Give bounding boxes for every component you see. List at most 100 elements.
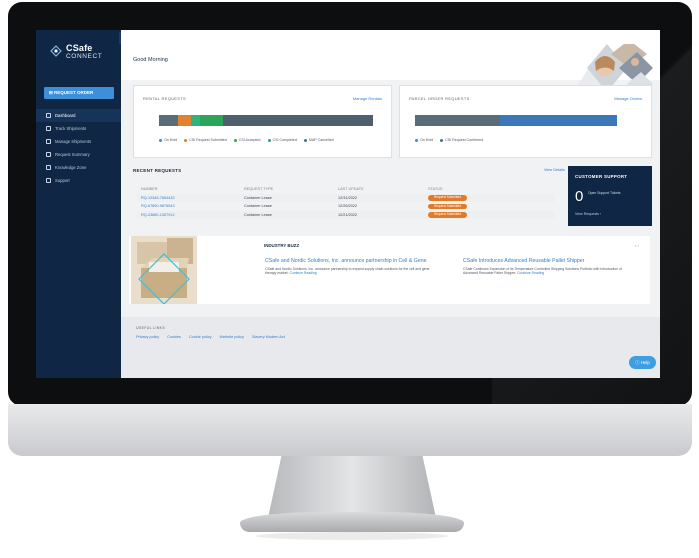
rental-legend: On Hold CSI Request Submitted CSI Accepted…	[159, 138, 334, 142]
request-number-link[interactable]: RQ-24680-1357912	[141, 211, 175, 220]
legend-dot-icon	[159, 138, 162, 142]
truck-icon	[46, 126, 51, 131]
legend-dot-icon	[415, 138, 418, 142]
news-article[interactable]: CSafe and Nordic Solutions, Inc. announc…	[265, 258, 437, 276]
footer: USEFUL LINKS Privacy policy Cookies Cook…	[121, 317, 660, 378]
rental-status-bar	[159, 115, 373, 126]
article-title[interactable]: CSafe and Nordic Solutions, Inc. announc…	[265, 258, 437, 264]
rental-bar-segment	[178, 115, 192, 126]
monitor-stand	[268, 456, 436, 518]
footer-link[interactable]: Cookies	[167, 335, 181, 339]
view-requests-link[interactable]: View Requests ›	[575, 212, 601, 216]
continue-reading-link[interactable]: Continue Reading	[517, 271, 544, 275]
summary-icon	[46, 152, 51, 157]
brand-logo[interactable]: CSafe CONNECT	[50, 42, 110, 64]
view-details-link[interactable]: View Details	[544, 168, 565, 172]
last-update: 12/31/2022	[338, 195, 358, 200]
sidebar-item-support[interactable]: Support	[36, 174, 121, 187]
monitor-shadow	[256, 532, 448, 540]
monitor-base	[240, 512, 464, 532]
parcel-bar-segment	[415, 115, 500, 126]
footer-link[interactable]: Website policy	[220, 335, 244, 339]
greeting-text: Good Morning	[133, 57, 168, 63]
column-header: STATUS	[428, 187, 443, 191]
legend-label: CSI Completed	[272, 138, 297, 142]
sidebar-item-label: Dashboard	[55, 113, 76, 118]
column-header: NUMBER	[141, 187, 158, 191]
status-badge: Request Submitted	[428, 203, 467, 209]
sidebar-item-manage-shipments[interactable]: Manage Shipments	[36, 135, 121, 148]
column-header: LAST UPDATE	[338, 187, 364, 191]
request-type: Container Lease	[244, 195, 272, 200]
legend-dot-icon	[267, 138, 271, 142]
support-icon	[46, 178, 51, 183]
sidebar-item-label: Knowledge Zone	[55, 165, 87, 170]
parcel-orders-panel: PARCEL ORDER REQUESTS Manage Orders On H…	[399, 85, 652, 158]
continue-reading-link[interactable]: Continue Reading	[290, 271, 317, 275]
request-number-link[interactable]: RQ-12345-7654432	[141, 194, 175, 203]
footer-link[interactable]: Privacy policy	[136, 335, 159, 339]
help-button[interactable]: ⓘ Help	[629, 356, 656, 369]
panel-title: PARCEL ORDER REQUESTS	[409, 96, 470, 101]
sidebar-nav: Dashboard Track Shipments Manage Shipmen…	[36, 109, 121, 187]
table-row[interactable]: RQ-12345-7654432 Container Lease 12/31/2…	[137, 193, 555, 203]
parcel-legend: On Hold CSI Request Confirmed	[415, 138, 483, 142]
legend-item: CSI Request Confirmed	[440, 138, 483, 142]
sidebar-item-label: Track Shipments	[55, 126, 87, 131]
request-order-button[interactable]: ⊞ REQUEST ORDER	[44, 87, 114, 99]
sidebar: CSafe CONNECT ⊞ REQUEST ORDER Dashboard …	[36, 30, 121, 378]
article-title[interactable]: CSafe Introduces Advanced Reusable Palle…	[463, 258, 635, 264]
legend-item: On Hold	[159, 138, 177, 142]
book-icon	[46, 165, 51, 170]
legend-dot-icon	[303, 138, 307, 142]
legend-label: CSI Request Confirmed	[445, 138, 484, 142]
rental-bar-segment	[223, 115, 373, 126]
carousel-controls[interactable]: ‹ ›	[635, 243, 639, 248]
support-title: CUSTOMER SUPPORT	[575, 174, 628, 179]
sidebar-item-knowledge-zone[interactable]: Knowledge Zone	[36, 161, 121, 174]
sidebar-item-request-summary[interactable]: Request Summary	[36, 148, 121, 161]
status-badge: Request Submitted	[428, 212, 467, 218]
legend-label: MAP Cancelled	[308, 138, 334, 142]
legend-label: CSI Accepted	[238, 138, 261, 142]
legend-label: CSI Request Submitted	[189, 138, 227, 142]
footer-heading: USEFUL LINKS	[136, 326, 166, 330]
footer-link[interactable]: Slavery Modern Act	[252, 335, 285, 339]
box-icon	[46, 139, 51, 144]
help-label: Help	[640, 360, 650, 365]
status-badge: Request Submitted	[428, 195, 467, 201]
legend-dot-icon	[184, 138, 188, 142]
panel-title: RENTAL REQUESTS	[143, 96, 186, 101]
legend-item: On Hold	[415, 138, 433, 142]
table-header: NUMBER REQUEST TYPE LAST UPDATE STATUS	[137, 185, 555, 194]
legend-label: On Hold	[420, 138, 434, 142]
sidebar-item-label: Request Summary	[55, 152, 90, 157]
brand-name: CSafe	[66, 43, 93, 53]
table-row[interactable]: RQ-67890-9876543 Container Lease 12/26/2…	[137, 202, 555, 211]
sidebar-item-dashboard[interactable]: Dashboard	[36, 109, 121, 122]
request-type: Container Lease	[244, 204, 272, 208]
news-article[interactable]: CSafe Introduces Advanced Reusable Palle…	[463, 258, 635, 276]
recent-requests-table: NUMBER REQUEST TYPE LAST UPDATE STATUS R…	[137, 185, 555, 219]
rental-bar-segment	[191, 115, 200, 126]
table-row[interactable]: RQ-24680-1357912 Container Lease 12/21/2…	[137, 210, 555, 220]
manage-rentals-link[interactable]: Manage Rentals	[353, 96, 382, 101]
legend-item: CSI Completed	[267, 138, 297, 142]
legend-item: CSI Accepted	[233, 138, 261, 142]
recent-requests-title: RECENT REQUESTS	[133, 168, 182, 173]
sidebar-item-track-shipments[interactable]: Track Shipments	[36, 122, 121, 135]
industry-buzz-panel: INDUSTRY BUZZ ‹ › CSafe and Nordic Solut…	[129, 236, 650, 304]
request-order-label: REQUEST ORDER	[54, 90, 94, 95]
packaging-photo	[131, 236, 197, 304]
open-tickets-label: Open Support Tickets	[588, 191, 621, 195]
footer-link[interactable]: Cookie policy	[189, 335, 212, 339]
manage-orders-link[interactable]: Manage Orders	[614, 96, 642, 101]
open-tickets-count: 0	[575, 188, 584, 205]
last-update: 12/26/2022	[338, 204, 358, 208]
legend-dot-icon	[233, 138, 237, 142]
request-number-link[interactable]: RQ-67890-9876543	[141, 202, 175, 211]
last-update: 12/21/2022	[338, 212, 358, 217]
column-header: REQUEST TYPE	[244, 187, 274, 191]
monitor-chin	[8, 404, 692, 456]
legend-dot-icon	[440, 138, 444, 142]
